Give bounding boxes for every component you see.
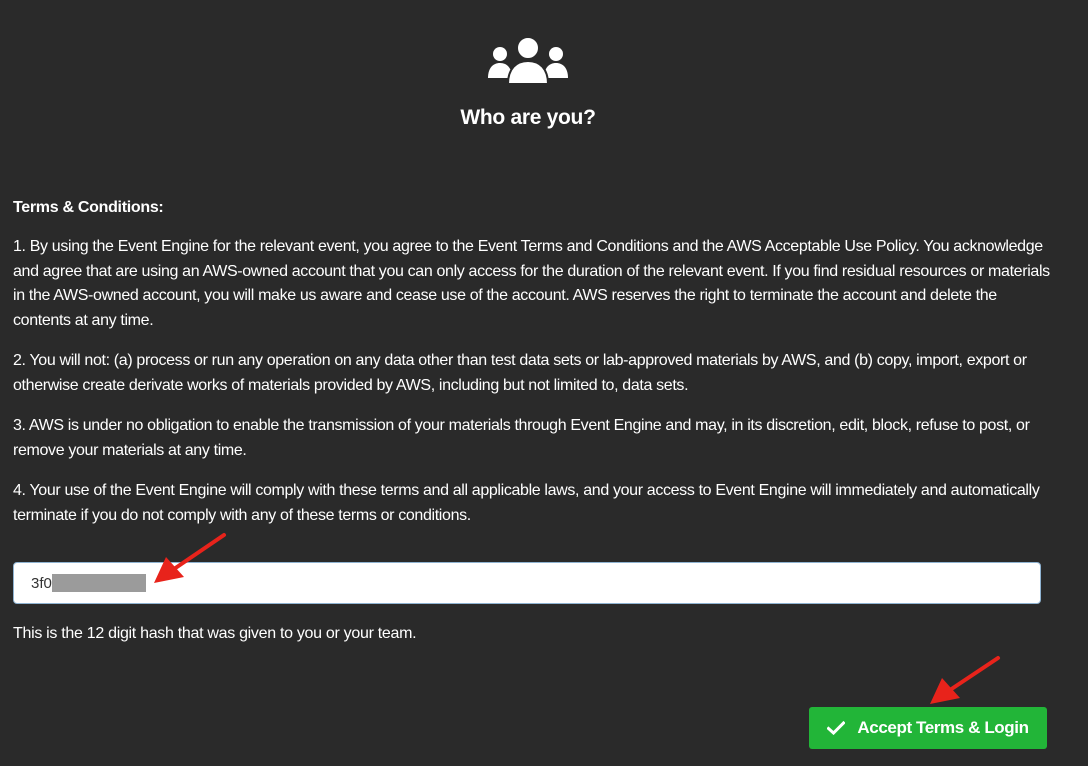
terms-paragraph-1: 1. By using the Event Engine for the rel… xyxy=(13,238,1050,329)
check-icon xyxy=(827,721,846,735)
hash-hint: This is the 12 digit hash that was given… xyxy=(13,625,417,642)
accept-terms-login-button[interactable]: Accept Terms & Login xyxy=(809,707,1047,749)
hash-input-value: 3f0 xyxy=(31,575,52,592)
redacted-hash-block xyxy=(52,574,146,592)
accept-button-label: Accept Terms & Login xyxy=(857,718,1029,737)
terms-paragraph-4: 4. Your use of the Event Engine will com… xyxy=(13,482,1040,524)
terms-heading: Terms & Conditions: xyxy=(13,199,164,216)
terms-paragraph-2: 2. You will not: (a) process or run any … xyxy=(13,352,1027,394)
annotation-arrow-icon xyxy=(930,656,1000,704)
terms-section: Terms & Conditions: 1. By using the Even… xyxy=(13,198,1053,544)
page-title: Who are you? xyxy=(460,106,596,129)
hash-input[interactable]: 3f0 xyxy=(13,562,1041,604)
terms-paragraph-3: 3. AWS is under no obligation to enable … xyxy=(13,417,1030,459)
users-icon xyxy=(488,36,568,85)
